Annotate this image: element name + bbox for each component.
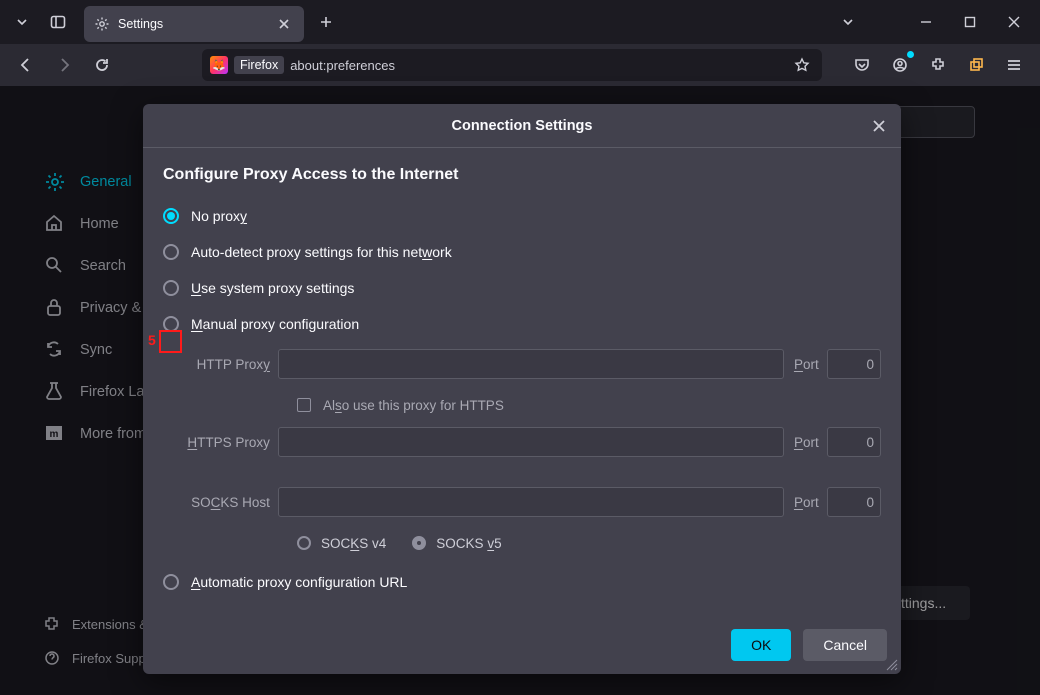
- radio-icon: [163, 574, 179, 590]
- socks-host-label: SOCKS Host: [187, 495, 270, 510]
- tabs-dropdown-button[interactable]: [832, 6, 864, 38]
- annotation-highlight: [159, 330, 182, 353]
- radio-no-proxy[interactable]: No proxy: [163, 198, 881, 234]
- gear-icon: [94, 16, 110, 32]
- expand-tabs-button[interactable]: [4, 4, 40, 40]
- resize-grip[interactable]: [886, 659, 898, 671]
- close-tab-button[interactable]: [274, 14, 294, 34]
- radio-manual-proxy[interactable]: Manual proxy configuration: [163, 306, 881, 342]
- sidebar-toggle-button[interactable]: [40, 4, 76, 40]
- forward-button[interactable]: [46, 47, 82, 83]
- radio-icon: [163, 208, 179, 224]
- cancel-button[interactable]: Cancel: [803, 629, 887, 661]
- url-bar[interactable]: 🦊 Firefox about:preferences: [202, 49, 822, 81]
- new-tab-button[interactable]: [310, 6, 342, 38]
- notification-dot: [907, 51, 914, 58]
- tab-settings[interactable]: Settings: [84, 6, 304, 42]
- https-proxy-label: HTTPS Proxy: [187, 435, 270, 450]
- ok-button[interactable]: OK: [731, 629, 791, 661]
- url-text: about:preferences: [290, 58, 784, 73]
- socks-port-input[interactable]: 0: [827, 487, 881, 517]
- http-proxy-label: HTTP Proxy: [187, 357, 270, 372]
- back-button[interactable]: [8, 47, 44, 83]
- http-port-input[interactable]: 0: [827, 349, 881, 379]
- app-menu-button[interactable]: [996, 47, 1032, 83]
- radio-icon: [163, 244, 179, 260]
- firefox-icon: 🦊: [210, 56, 228, 74]
- port-label: Port: [794, 357, 819, 372]
- tab-label: Settings: [118, 17, 266, 31]
- maximize-button[interactable]: [948, 4, 992, 40]
- pocket-button[interactable]: [844, 47, 880, 83]
- annotation-number: 5: [148, 332, 156, 348]
- https-port-input[interactable]: 0: [827, 427, 881, 457]
- radio-auto-config-url[interactable]: Automatic proxy configuration URL: [163, 564, 881, 600]
- radio-socks-v5[interactable]: [412, 536, 426, 550]
- radio-icon: [163, 280, 179, 296]
- reload-button[interactable]: [84, 47, 120, 83]
- socks-host-input[interactable]: [278, 487, 784, 517]
- port-label: Port: [794, 435, 819, 450]
- dialog-title: Connection Settings: [452, 118, 593, 134]
- radio-auto-detect[interactable]: Auto-detect proxy settings for this netw…: [163, 234, 881, 270]
- account-button[interactable]: [882, 47, 918, 83]
- close-window-button[interactable]: [992, 4, 1036, 40]
- https-proxy-input[interactable]: [278, 427, 784, 457]
- copy-button[interactable]: [958, 47, 994, 83]
- dialog-close-button[interactable]: [867, 114, 891, 138]
- extensions-button[interactable]: [920, 47, 956, 83]
- checkbox-icon: [297, 398, 311, 412]
- port-label: Port: [794, 495, 819, 510]
- http-proxy-input[interactable]: [278, 349, 784, 379]
- radio-use-system[interactable]: Use system proxy settings: [163, 270, 881, 306]
- bookmark-star-button[interactable]: [790, 53, 814, 77]
- also-https-checkbox[interactable]: Also use this proxy for HTTPS: [297, 388, 881, 422]
- radio-socks-v4[interactable]: [297, 536, 311, 550]
- dialog-heading: Configure Proxy Access to the Internet: [163, 166, 881, 184]
- minimize-button[interactable]: [904, 4, 948, 40]
- identity-label: Firefox: [234, 56, 284, 74]
- connection-settings-dialog: Connection Settings Configure Proxy Acce…: [143, 104, 901, 674]
